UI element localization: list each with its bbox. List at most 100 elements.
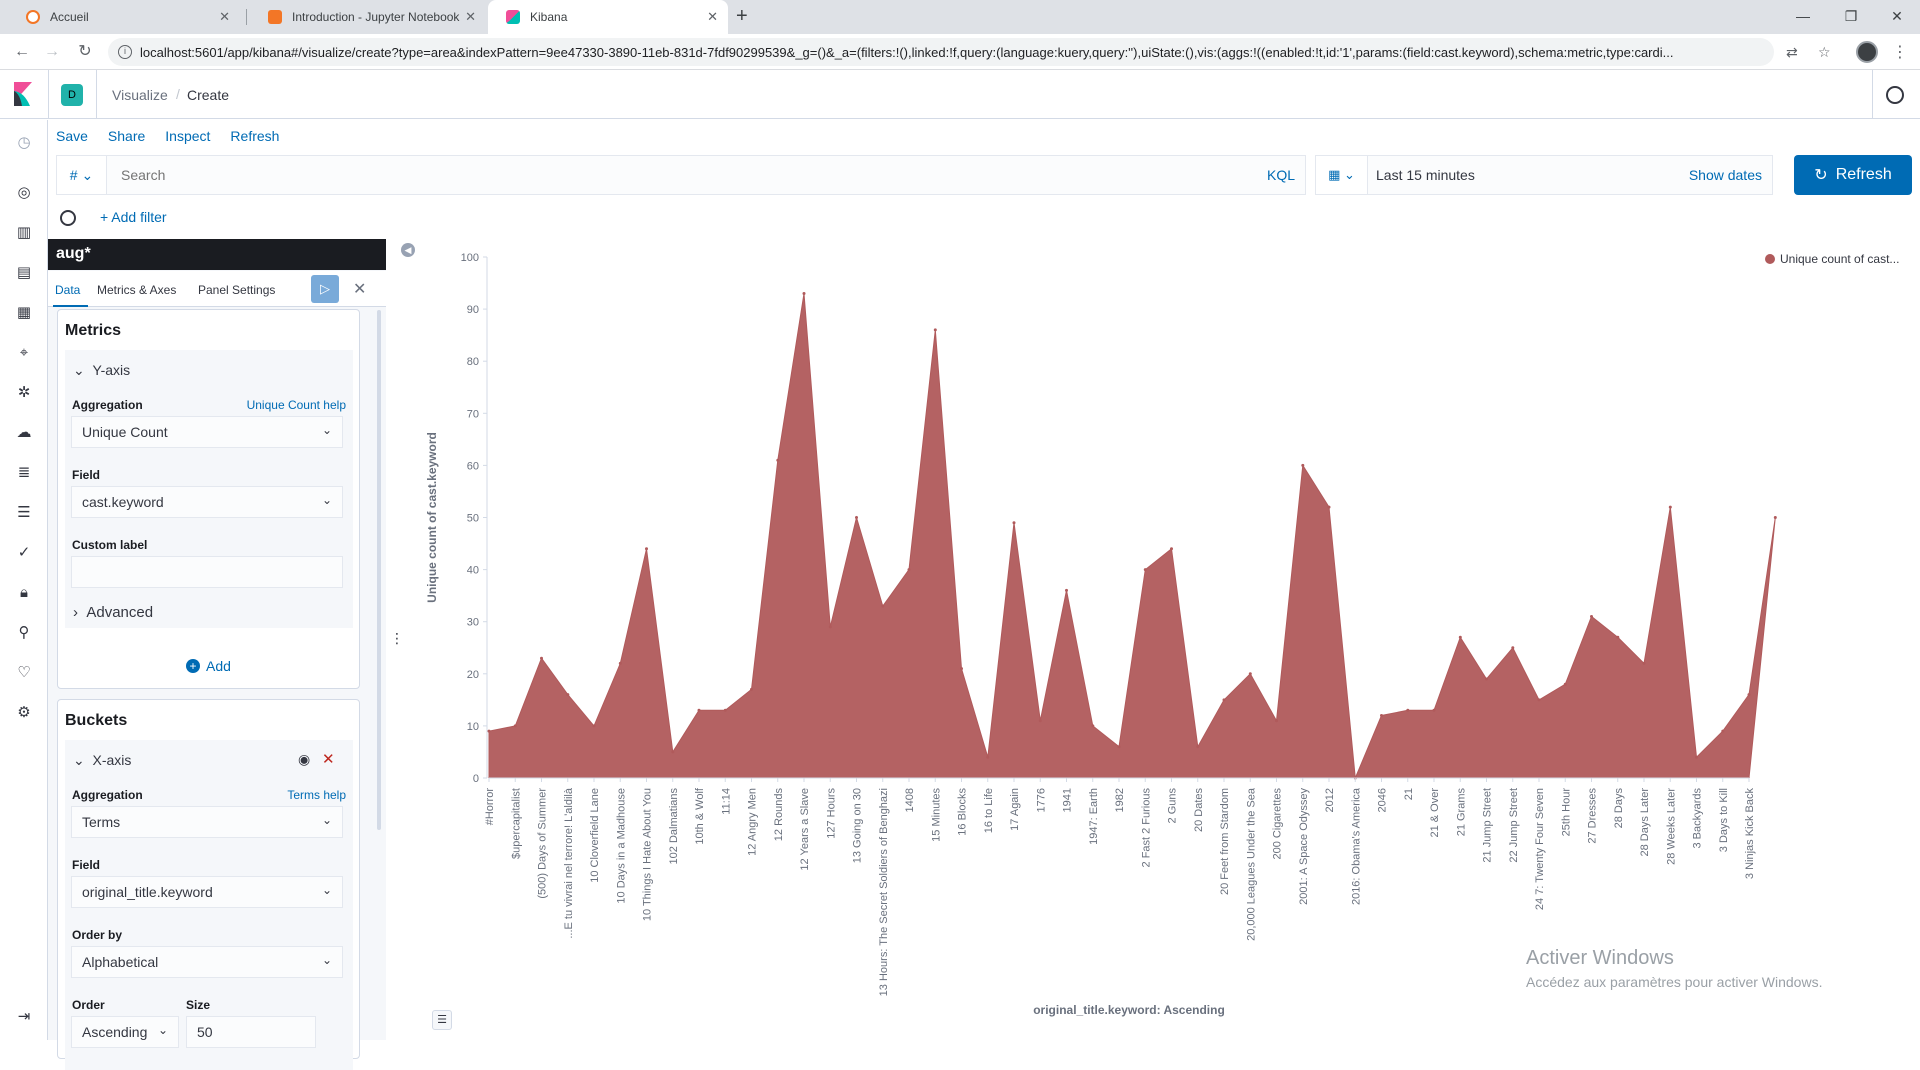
chevron-down-icon: ⌄ (321, 493, 332, 507)
forward-icon[interactable]: → (40, 40, 64, 64)
data-point (1091, 724, 1095, 728)
order-by-select[interactable]: Alphabetical ⌄ (71, 946, 343, 978)
monitoring-icon[interactable]: ♡ (15, 664, 33, 682)
close-icon[interactable]: ✕ (219, 9, 230, 25)
advanced-toggle[interactable]: › Advanced (73, 604, 153, 621)
size-input[interactable]: 50 (186, 1016, 316, 1048)
uptime-icon[interactable]: ✓ (15, 544, 33, 562)
add-filter-button[interactable]: + Add filter (100, 209, 167, 225)
save-button[interactable]: Save (56, 128, 88, 150)
x-tick-label: 21 & Over (1429, 788, 1441, 838)
resize-handle-icon[interactable]: ⋮ (390, 630, 404, 647)
close-icon[interactable]: ✕ (707, 9, 718, 25)
field-select[interactable]: cast.keyword ⌄ (71, 486, 343, 518)
inspect-button[interactable]: Inspect (165, 128, 210, 150)
close-icon[interactable]: ✕ (465, 9, 476, 25)
x-tick-label: 10 Cloverfield Lane (589, 788, 601, 883)
aggregation-select[interactable]: Unique Count ⌄ (71, 416, 343, 448)
browser-toolbar: ← → ↻ i localhost:5601/app/kibana#/visua… (0, 34, 1920, 70)
management-icon[interactable]: ⚙ (15, 704, 33, 722)
add-metric-button[interactable]: + Add (186, 658, 231, 674)
x-tick-label: 2012 (1324, 788, 1336, 812)
remove-x-icon[interactable]: ✕ (322, 750, 335, 768)
data-point (907, 568, 911, 572)
address-bar[interactable]: i localhost:5601/app/kibana#/visualize/c… (108, 38, 1774, 66)
help-icon[interactable] (1886, 86, 1904, 104)
x-tick-label: 20,000 Leagues Under the Sea (1245, 787, 1257, 941)
y-axis-label: Y-axis (92, 362, 131, 378)
tab-metrics-axes[interactable]: Metrics & Axes (97, 283, 176, 297)
bucket-field-value: original_title.keyword (82, 884, 213, 900)
siem-icon[interactable]: 🔒︎ (15, 584, 33, 602)
breadcrumb-create: Create (187, 87, 230, 103)
new-tab-icon[interactable]: + (736, 5, 748, 28)
chevron-down-icon: ⌄ (1344, 167, 1355, 182)
apply-changes-button[interactable]: ▷ (311, 275, 339, 303)
restore-icon[interactable]: ❐ (1828, 4, 1874, 28)
tab-data[interactable]: Data (55, 283, 80, 297)
discard-close-icon[interactable]: ✕ (353, 279, 366, 299)
kibana-logo-icon[interactable] (12, 82, 34, 106)
date-range-text[interactable]: Last 15 minutes (1376, 167, 1475, 183)
browser-tab-jupyter[interactable]: Introduction - Jupyter Notebook ✕ (250, 0, 486, 34)
custom-label-input[interactable] (71, 556, 343, 588)
x-axis-toggle[interactable]: ⌄ X-axis (73, 752, 131, 769)
ml-icon[interactable]: ✲ (15, 384, 33, 402)
y-axis-toggle[interactable]: ⌄ Y-axis (73, 362, 130, 379)
window-close-icon[interactable]: ✕ (1874, 4, 1920, 28)
active-tab-indicator (53, 305, 88, 307)
windows-activation-watermark: Activer Windows Accédez aux paramètres p… (1526, 947, 1822, 990)
infrastructure-icon[interactable]: ☁ (15, 424, 33, 442)
unique-count-help-link[interactable]: Unique Count help (247, 398, 346, 412)
x-tick-label: 21 (1403, 788, 1415, 800)
translate-icon[interactable]: ⇄ (1786, 44, 1798, 61)
back-icon[interactable]: ← (10, 40, 34, 64)
order-by-label: Order by (72, 928, 123, 942)
tab-separator (246, 9, 247, 25)
order-select[interactable]: Ascending ⌄ (71, 1016, 179, 1048)
search-input[interactable] (121, 167, 1121, 183)
terms-help-link[interactable]: Terms help (287, 788, 346, 802)
data-point (881, 604, 885, 608)
browser-tab-kibana[interactable]: Kibana ✕ (488, 0, 728, 34)
discover-icon[interactable]: ◎ (15, 184, 33, 202)
collapse-nav-icon[interactable]: ⇥ (15, 1008, 33, 1026)
browser-tab-accueil[interactable]: Accueil ✕ (8, 0, 240, 34)
bookmark-star-icon[interactable]: ☆ (1818, 44, 1831, 61)
legend-toggle-icon[interactable]: ☰ (432, 1010, 452, 1030)
eye-icon[interactable]: ◉ (298, 751, 310, 768)
browser-menu-icon[interactable]: ⋮ (1892, 42, 1908, 62)
bucket-field-select[interactable]: original_title.keyword ⌄ (71, 876, 343, 908)
maps-icon[interactable]: ⌖ (15, 344, 33, 362)
recent-icon[interactable]: ◷ (15, 134, 33, 152)
dashboard-icon[interactable]: ▤ (15, 264, 33, 282)
site-info-icon[interactable]: i (118, 45, 132, 59)
refresh-link[interactable]: Refresh (230, 128, 279, 150)
refresh-button[interactable]: ↻ Refresh (1794, 155, 1912, 195)
x-tick-label: 1776 (1035, 788, 1047, 812)
canvas-icon[interactable]: ▦ (15, 304, 33, 322)
kql-button[interactable]: KQL (1267, 167, 1295, 183)
apm-icon[interactable]: ☰ (15, 504, 33, 522)
editor-scrollbar[interactable] (377, 310, 381, 830)
query-language-toggle[interactable]: # ⌄ (57, 156, 107, 194)
bucket-aggregation-select[interactable]: Terms ⌄ (71, 806, 343, 838)
tab-panel-settings[interactable]: Panel Settings (198, 283, 275, 297)
breadcrumb-visualize[interactable]: Visualize (112, 87, 168, 103)
quick-menu-button[interactable]: ▦ ⌄ (1316, 156, 1368, 194)
minimize-icon[interactable]: — (1780, 4, 1826, 28)
visualize-icon[interactable]: ▥ (15, 224, 33, 242)
filter-options-gear-icon[interactable] (60, 210, 76, 226)
y-tick-label: 10 (467, 721, 479, 733)
data-point (960, 667, 963, 671)
dev-tools-icon[interactable]: ⚲ (15, 624, 33, 642)
data-point (1038, 719, 1042, 723)
profile-avatar[interactable] (1856, 41, 1878, 63)
show-dates-button[interactable]: Show dates (1689, 167, 1762, 183)
collapse-sidebar-icon[interactable]: ◀ (401, 243, 415, 257)
logs-icon[interactable]: ≣ (15, 464, 33, 482)
x-tick-label: ...E tu vivrai nel terrore! L'aldilà (563, 787, 575, 939)
reload-icon[interactable]: ↻ (73, 40, 97, 64)
space-avatar[interactable]: D (61, 84, 83, 106)
share-button[interactable]: Share (108, 128, 145, 150)
